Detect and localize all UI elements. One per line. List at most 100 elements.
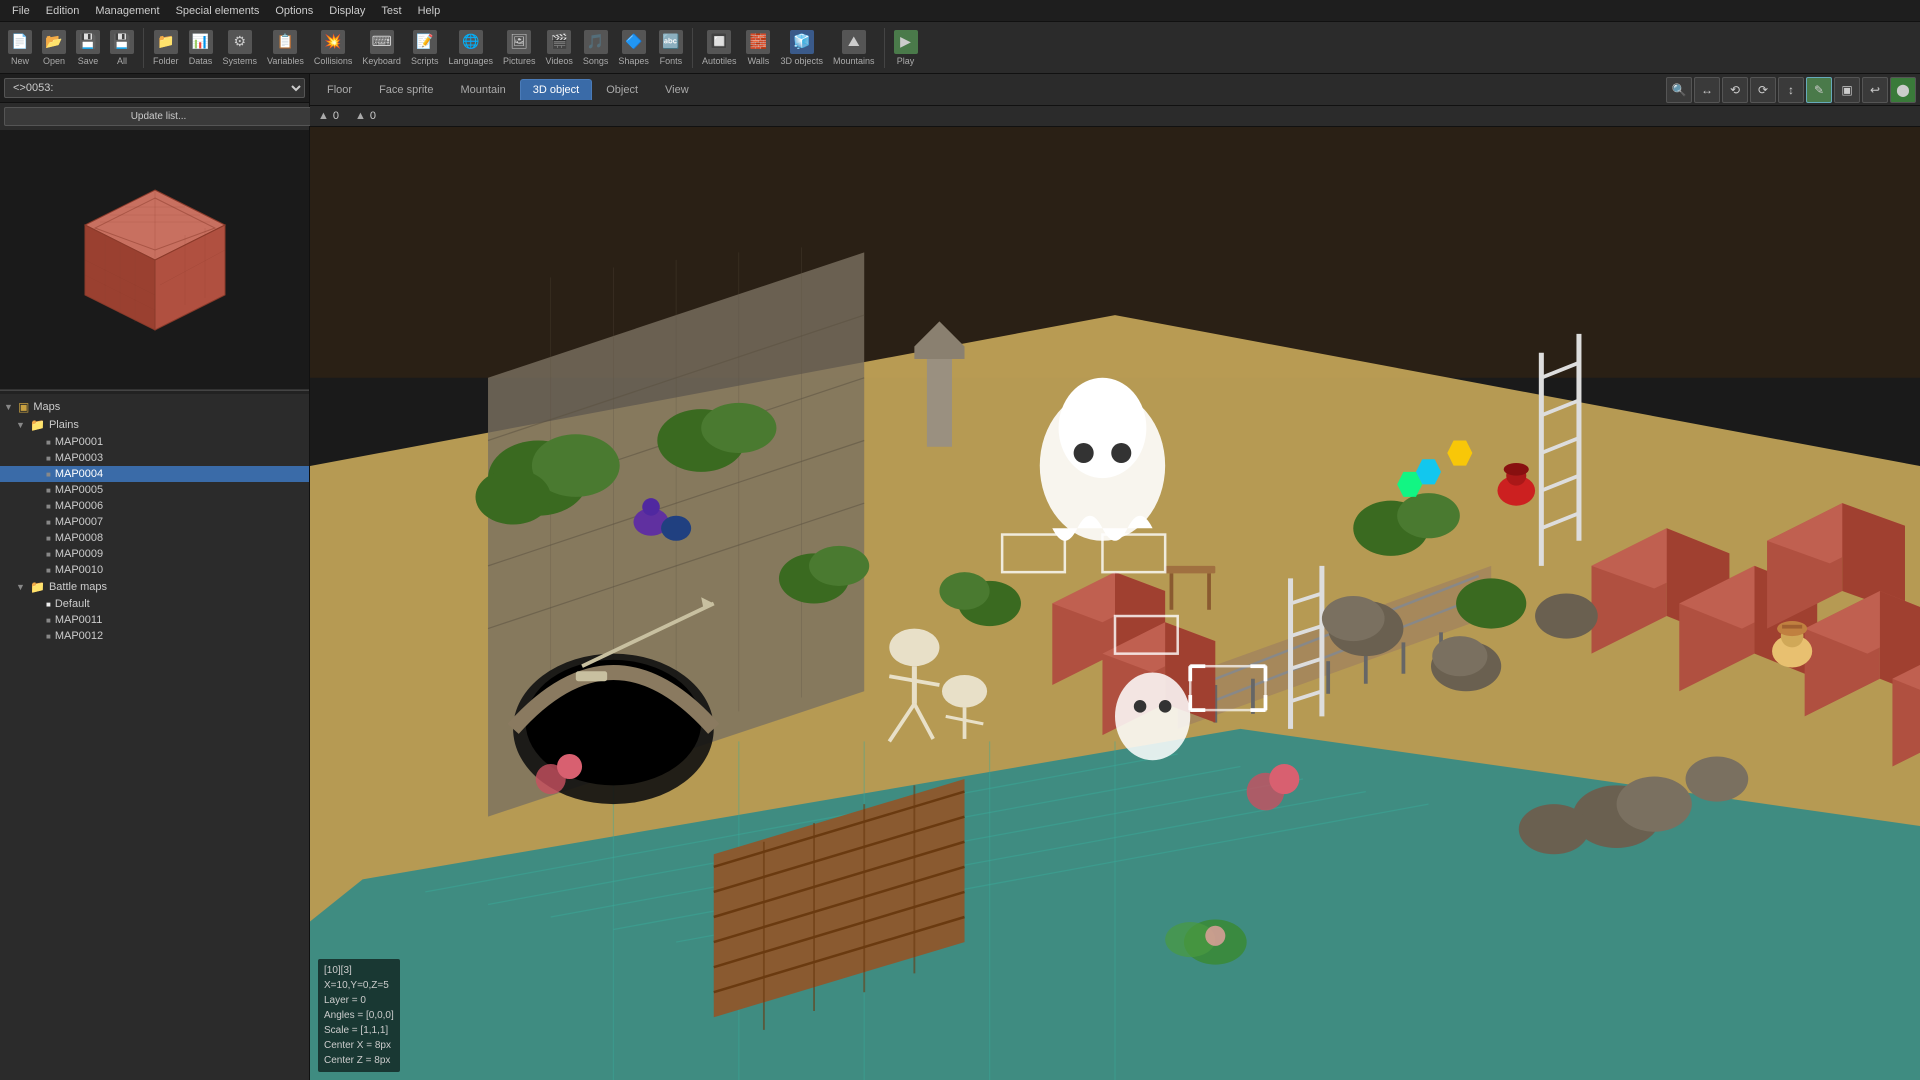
all-icon: 💾 [110, 30, 134, 54]
fonts-icon: 🔤 [659, 30, 683, 54]
menu-test[interactable]: Test [373, 3, 409, 19]
tb-mountains[interactable]: ⛰ Mountains [829, 28, 879, 68]
menu-edition[interactable]: Edition [38, 3, 88, 19]
coord-x-value: 0 [333, 110, 339, 122]
tool-green[interactable]: ⬤ [1890, 77, 1916, 103]
tb-open[interactable]: 📂 Open [38, 28, 70, 68]
datas-icon: 📊 [189, 30, 213, 54]
tb-songs[interactable]: 🎵 Songs [579, 28, 613, 68]
tool-rotate-left[interactable]: ⟲ [1722, 77, 1748, 103]
tool-select[interactable]: ▣ [1834, 77, 1860, 103]
tab-view[interactable]: View [652, 79, 702, 100]
tree-default-label: Default [55, 598, 90, 610]
tb-systems[interactable]: ⚙ Systems [219, 28, 262, 68]
songs-icon: 🎵 [584, 30, 608, 54]
tabs-area: Floor Face sprite Mountain 3D object Obj… [310, 74, 706, 105]
tb-all-label: All [117, 56, 127, 66]
tb-languages-label: Languages [448, 56, 493, 66]
tb-3dobjects[interactable]: 🧊 3D objects [776, 28, 827, 68]
tree-map0005[interactable]: ■ MAP0005 [0, 482, 309, 498]
menu-file[interactable]: File [4, 3, 38, 19]
tree-map0003-label: MAP0003 [55, 452, 103, 464]
tree-maps[interactable]: ▼ ▣ Maps [0, 398, 309, 416]
info-center-x: Center X = 8px [324, 1038, 394, 1053]
menu-special-elements[interactable]: Special elements [168, 3, 268, 19]
tree-plains[interactable]: ▼ 📁 Plains [0, 416, 309, 434]
videos-icon: 🎬 [547, 30, 571, 54]
tab-object[interactable]: Object [593, 79, 651, 100]
tab-face-sprite[interactable]: Face sprite [366, 79, 446, 100]
keyboard-icon: ⌨ [370, 30, 394, 54]
tb-variables[interactable]: 📋 Variables [263, 28, 308, 68]
tb-datas[interactable]: 📊 Datas [185, 28, 217, 68]
tb-scripts[interactable]: 📝 Scripts [407, 28, 443, 68]
tree-map0008[interactable]: ■ MAP0008 [0, 530, 309, 546]
tb-pictures[interactable]: 🖼 Pictures [499, 28, 540, 68]
tb-play[interactable]: ▶ Play [890, 28, 922, 68]
menu-management[interactable]: Management [87, 3, 167, 19]
tree-map0006[interactable]: ■ MAP0006 [0, 498, 309, 514]
tree-battlemaps[interactable]: ▼ 📁 Battle maps [0, 578, 309, 596]
map0010-icon: ■ [46, 566, 51, 575]
tb-all[interactable]: 💾 All [106, 28, 138, 68]
scripts-icon: 📝 [413, 30, 437, 54]
battlemaps-folder-icon: 📁 [30, 580, 45, 594]
tree-map0012[interactable]: ■ MAP0012 [0, 628, 309, 644]
languages-icon: 🌐 [459, 30, 483, 54]
tb-walls[interactable]: 🧱 Walls [742, 28, 774, 68]
menu-help[interactable]: Help [410, 3, 449, 19]
tab-3d-object[interactable]: 3D object [520, 79, 592, 100]
menu-options[interactable]: Options [267, 3, 321, 19]
tb-variables-label: Variables [267, 56, 304, 66]
map0006-icon: ■ [46, 502, 51, 511]
tool-pencil[interactable]: ✎ [1806, 77, 1832, 103]
tree-map0001[interactable]: ■ MAP0001 [0, 434, 309, 450]
tb-new[interactable]: 📄 New [4, 28, 36, 68]
tb-new-label: New [11, 56, 29, 66]
tb-fonts[interactable]: 🔤 Fonts [655, 28, 687, 68]
new-icon: 📄 [8, 30, 32, 54]
coord-y-value: 0 [370, 110, 376, 122]
tree-map0004[interactable]: ■ MAP0004 [0, 466, 309, 482]
divider-3 [884, 28, 885, 68]
tree-map0003[interactable]: ■ MAP0003 [0, 450, 309, 466]
map-dropdown[interactable]: <>0053: [4, 78, 305, 98]
tb-autotiles[interactable]: 🔲 Autotiles [698, 28, 741, 68]
tb-folder[interactable]: 📁 Folder [149, 28, 183, 68]
default-icon: ■ [46, 600, 51, 609]
tree-map0011[interactable]: ■ MAP0011 [0, 612, 309, 628]
map0009-icon: ■ [46, 550, 51, 559]
tab-mountain[interactable]: Mountain [447, 79, 518, 100]
viewport-canvas: [10][3] X=10,Y=0,Z=5 Layer = 0 Angles = … [310, 127, 1920, 1080]
tb-collisions[interactable]: 💥 Collisions [310, 28, 357, 68]
info-angles: Angles = [0,0,0] [324, 1008, 394, 1023]
tree-map0007[interactable]: ■ MAP0007 [0, 514, 309, 530]
tree-map0010[interactable]: ■ MAP0010 [0, 562, 309, 578]
tool-rotate-right[interactable]: ⟳ [1750, 77, 1776, 103]
3dobjects-icon: 🧊 [790, 30, 814, 54]
tb-languages[interactable]: 🌐 Languages [444, 28, 497, 68]
map-scene-svg [310, 127, 1920, 1080]
tool-move[interactable]: ↔ [1694, 77, 1720, 103]
tb-keyboard-label: Keyboard [362, 56, 401, 66]
tool-undo[interactable]: ↩ [1862, 77, 1888, 103]
tool-scale[interactable]: ↕ [1778, 77, 1804, 103]
tb-save[interactable]: 💾 Save [72, 28, 104, 68]
tree-battlemaps-label: Battle maps [49, 581, 107, 593]
tb-open-label: Open [43, 56, 65, 66]
menu-display[interactable]: Display [321, 3, 373, 19]
tree-default[interactable]: ■ Default [0, 596, 309, 612]
tb-videos-label: Videos [546, 56, 573, 66]
tb-keyboard[interactable]: ⌨ Keyboard [358, 28, 405, 68]
tb-videos[interactable]: 🎬 Videos [542, 28, 577, 68]
tab-floor[interactable]: Floor [314, 79, 365, 100]
tree-map0012-label: MAP0012 [55, 630, 103, 642]
systems-icon: ⚙ [228, 30, 252, 54]
tb-shapes[interactable]: 🔷 Shapes [614, 28, 653, 68]
tree-map0006-label: MAP0006 [55, 500, 103, 512]
tool-search[interactable]: 🔍 [1666, 77, 1692, 103]
tree-map0009[interactable]: ■ MAP0009 [0, 546, 309, 562]
map0003-icon: ■ [46, 454, 51, 463]
update-list-button[interactable]: Update list... [4, 107, 313, 126]
viewport[interactable]: [10][3] X=10,Y=0,Z=5 Layer = 0 Angles = … [310, 127, 1920, 1080]
